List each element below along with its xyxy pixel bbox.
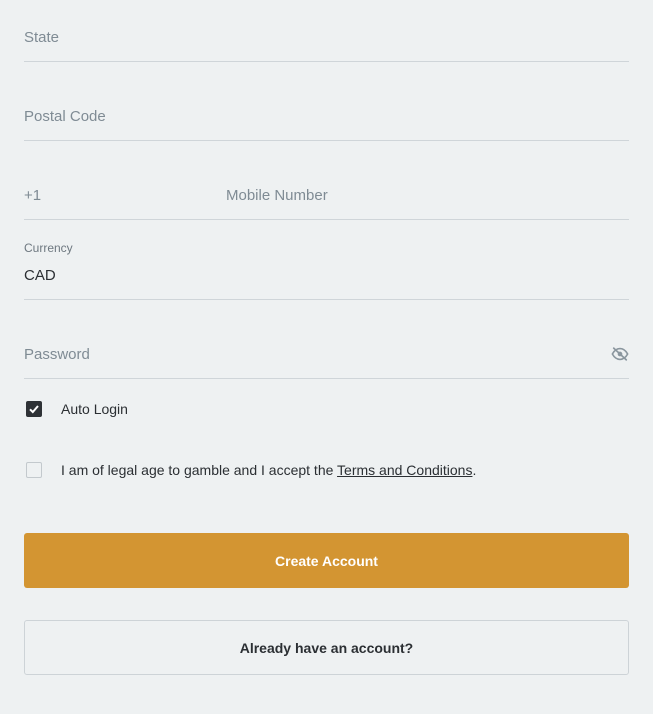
country-code[interactable]: +1 bbox=[24, 187, 41, 204]
auto-login-row[interactable]: Auto Login bbox=[26, 401, 128, 417]
legal-age-label-suffix: . bbox=[472, 462, 477, 478]
terms-link[interactable]: Terms and Conditions bbox=[337, 462, 472, 478]
legal-age-label: I am of legal age to gamble and I accept… bbox=[61, 462, 476, 478]
create-account-button[interactable]: Create Account bbox=[24, 533, 629, 588]
eye-slash-icon[interactable] bbox=[611, 346, 629, 362]
mobile-number-field[interactable]: +1 Mobile Number bbox=[24, 141, 629, 220]
currency-select[interactable]: Currency CAD bbox=[24, 220, 629, 300]
already-have-account-button[interactable]: Already have an account? bbox=[24, 620, 629, 675]
checkmark-icon bbox=[29, 405, 39, 414]
state-field[interactable]: State bbox=[24, 0, 629, 62]
auto-login-label: Auto Login bbox=[61, 401, 128, 417]
password-field[interactable]: Password bbox=[24, 300, 629, 379]
auto-login-checkbox[interactable] bbox=[26, 401, 42, 417]
currency-value: CAD bbox=[24, 267, 56, 284]
postal-code-field[interactable]: Postal Code bbox=[24, 62, 629, 141]
mobile-number-placeholder: Mobile Number bbox=[226, 187, 328, 204]
state-placeholder: State bbox=[24, 29, 60, 46]
password-placeholder: Password bbox=[24, 346, 90, 363]
legal-age-checkbox[interactable] bbox=[26, 462, 42, 478]
legal-age-row[interactable]: I am of legal age to gamble and I accept… bbox=[26, 462, 476, 478]
currency-label: Currency bbox=[24, 241, 73, 255]
legal-age-label-prefix: I am of legal age to gamble and I accept… bbox=[61, 462, 338, 478]
postal-code-placeholder: Postal Code bbox=[24, 108, 106, 125]
